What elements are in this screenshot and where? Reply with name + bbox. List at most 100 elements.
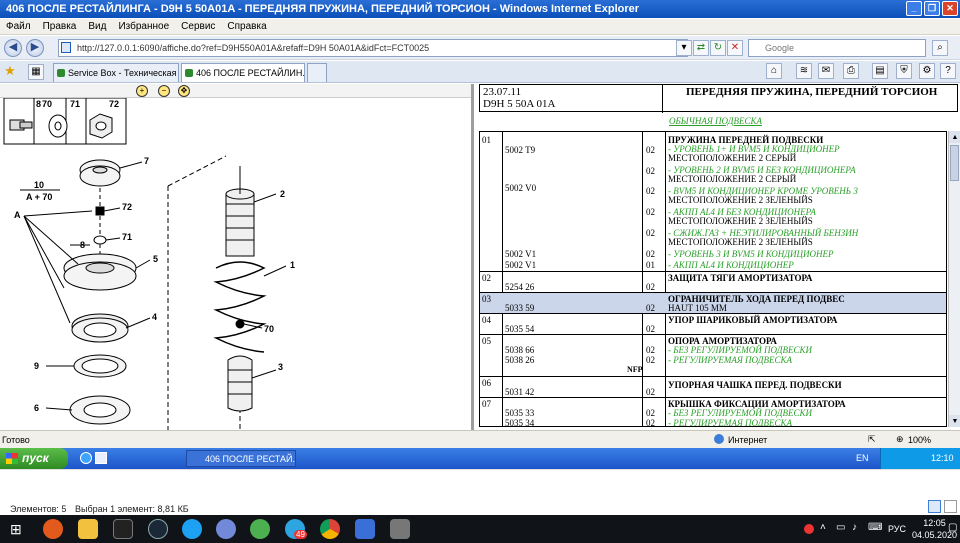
minimize-button[interactable]: _	[906, 1, 922, 16]
zoom-level[interactable]: 100%	[908, 435, 931, 445]
details-view-icon[interactable]	[928, 500, 941, 513]
favorites-star-icon[interactable]: ★	[2, 64, 18, 80]
pan-zoom-icon[interactable]: ✥	[178, 85, 190, 97]
zoom-out-icon[interactable]: −	[158, 85, 170, 97]
quick-tabs-icon[interactable]: ▦	[28, 64, 44, 80]
notifications-icon[interactable]: ▢	[948, 522, 957, 533]
scroll-up-icon[interactable]: ▲	[949, 131, 960, 143]
maximize-button[interactable]: ❐	[924, 1, 940, 16]
protected-mode-icon[interactable]: ⇱	[868, 434, 876, 445]
close-button[interactable]: ✕	[942, 1, 958, 16]
discord-icon[interactable]	[216, 519, 236, 539]
search-input[interactable]: Google	[748, 39, 926, 57]
table-row[interactable]: 02 5254 26 02 ЗАЩИТА ТЯГИ АМОРТИЗАТОРА	[480, 272, 946, 293]
desktop-quicklaunch-icon[interactable]	[95, 452, 107, 464]
tab-current[interactable]: 406 ПОСЛЕ РЕСТАЙЛИН...	[181, 63, 305, 82]
menu-favorites[interactable]: Избранное	[118, 21, 169, 32]
refresh-icon[interactable]: ↻	[710, 40, 726, 56]
part-qty: 02	[646, 207, 655, 217]
app-icon-2[interactable]	[182, 519, 202, 539]
scroll-down-icon[interactable]: ▼	[949, 415, 960, 427]
table-row[interactable]: 04 5035 54 02 УПОР ШАРИКОВЫЙ АМОРТИЗАТОР…	[480, 314, 946, 335]
help-icon[interactable]: ?	[940, 63, 956, 79]
scroll-thumb[interactable]	[950, 145, 959, 181]
xp-lang-indicator[interactable]: EN	[856, 453, 869, 463]
torrent-icon[interactable]	[250, 519, 270, 539]
part-variant[interactable]: - РЕГУЛИРУЕМАЯ ПОДВЕСКА	[668, 356, 792, 365]
zoom-icon[interactable]: ⊕	[896, 434, 904, 445]
tray-keyboard-icon[interactable]: ⌨	[868, 522, 882, 533]
thumb-label: 70	[42, 99, 52, 109]
address-dropdown-icon[interactable]: ▾	[676, 40, 692, 56]
menu-tools[interactable]: Сервис	[181, 21, 215, 32]
parts-table: 01 5002 T9 02 ПРУЖИНА ПЕРЕДНЕЙ ПОДВЕСКИ …	[479, 131, 947, 427]
address-field[interactable]: http://127.0.0.1:6090/affiche.do?ref=D9H…	[58, 39, 688, 57]
menu-edit[interactable]: Правка	[43, 21, 77, 32]
selection-info: Выбран 1 элемент: 8,81 КБ	[75, 504, 189, 514]
start-button[interactable]: пуск	[0, 448, 68, 469]
part-qty: 02	[646, 355, 655, 365]
remote-app-icon[interactable]	[355, 519, 375, 539]
tab-row: ★ ▦ Service Box - Техническая ... 406 ПО…	[0, 61, 960, 83]
windows-start-icon[interactable]: ⊞	[10, 521, 22, 538]
menu-help[interactable]: Справка	[227, 21, 266, 32]
thumb-label: 71	[70, 99, 80, 109]
mail-icon[interactable]: ✉	[818, 63, 834, 79]
telegram-badge: 49	[294, 530, 307, 539]
ie-quicklaunch-icon[interactable]	[80, 452, 92, 464]
table-row[interactable]: 01 5002 T9 02 ПРУЖИНА ПЕРЕДНЕЙ ПОДВЕСКИ …	[480, 132, 946, 272]
tray-network-icon[interactable]: ▭	[836, 522, 845, 533]
strut-mount-parts	[63, 159, 137, 425]
tab-service-box[interactable]: Service Box - Техническая ...	[53, 63, 179, 82]
app-icon-3[interactable]	[390, 519, 410, 539]
part-variant[interactable]: - БЕЗ РЕГУЛИРУЕМОЙ ПОДВЕСКИ	[668, 346, 812, 355]
forward-button[interactable]: ▶	[26, 39, 44, 57]
part-qty: 02	[646, 282, 655, 292]
part-variant[interactable]: - БЕЗ РЕГУЛИРУЕМОЙ ПОДВЕСКИ	[668, 409, 812, 418]
page-icon	[61, 42, 71, 53]
tools-gear-icon[interactable]: ⚙	[919, 63, 935, 79]
table-row[interactable]: 07 5035 33 5035 34 02 02 КРЫШКА ФИКСАЦИИ…	[480, 398, 946, 427]
compat-icon[interactable]: ⇄	[693, 40, 709, 56]
part-variant[interactable]: - АКПП AL4 И КОНДИЦИОНЕР	[668, 261, 794, 270]
tray-app-icon[interactable]	[804, 524, 814, 534]
menu-file[interactable]: Файл	[6, 21, 31, 32]
file-explorer-icon[interactable]	[78, 519, 98, 539]
lang-indicator[interactable]: РУС	[888, 524, 906, 534]
tray-up-icon[interactable]: ˄	[820, 522, 826, 533]
row-number: 02	[482, 273, 491, 283]
app-icon-1[interactable]	[43, 519, 63, 539]
callout-label: A	[14, 210, 21, 220]
part-variant[interactable]: - РЕГУЛИРУЕМАЯ ПОДВЕСКА	[668, 419, 792, 427]
home-icon[interactable]: ⌂	[766, 63, 782, 79]
tiles-view-icon[interactable]	[944, 500, 957, 513]
chrome-icon[interactable]	[320, 519, 340, 539]
callout-label: 6	[34, 403, 39, 413]
stop-icon[interactable]: ✕	[727, 40, 743, 56]
steam-icon[interactable]	[148, 519, 168, 539]
safety-icon[interactable]: ⛨	[896, 63, 912, 79]
part-variant[interactable]: - УРОВЕНЬ 3 И BVM5 И КОНДИЦИОНЕР	[668, 250, 834, 259]
table-row[interactable]: 05 5038 66 5038 26 NFP 02 02 ОПОРА АМОРТ…	[480, 335, 946, 377]
zoom-in-icon[interactable]: +	[136, 85, 148, 97]
table-row-selected[interactable]: 03 5033 59 02 ОГРАНИЧИТЕЛЬ ХОДА ПЕРЕД ПО…	[480, 293, 946, 314]
menu-view[interactable]: Вид	[88, 21, 106, 32]
vertical-scrollbar[interactable]: ▲ ▼	[948, 131, 960, 427]
tray-volume-icon[interactable]: ♪	[852, 522, 857, 533]
part-title: УПОР ШАРИКОВЫЙ АМОРТИЗАТОРА	[668, 315, 838, 325]
callout-label: 7	[144, 156, 149, 166]
back-button[interactable]: ◀	[4, 39, 22, 57]
print-icon[interactable]: ⎙	[843, 63, 859, 79]
xp-taskbar-window-button[interactable]: 406 ПОСЛЕ РЕСТАЙ...	[186, 450, 296, 467]
part-qty: 02	[646, 249, 655, 259]
page-menu-icon[interactable]: ▤	[872, 63, 888, 79]
part-note: МЕСТОПОЛОЖЕНИЕ 2 ЗЕЛЕНЫЙЅ	[668, 195, 813, 205]
part-qty: 02	[646, 418, 655, 427]
table-row[interactable]: 06 5031 42 02 УПОРНАЯ ЧАШКА ПЕРЕД. ПОДВЕ…	[480, 377, 946, 398]
epic-games-icon[interactable]	[113, 519, 133, 539]
new-tab-button[interactable]	[307, 63, 327, 82]
search-icon[interactable]: ⌕	[932, 40, 948, 56]
feeds-icon[interactable]: ≋	[796, 63, 812, 79]
callout-label: 4	[152, 312, 157, 322]
section-heading[interactable]: ОБЫЧНАЯ ПОДВЕСКА	[669, 116, 762, 126]
